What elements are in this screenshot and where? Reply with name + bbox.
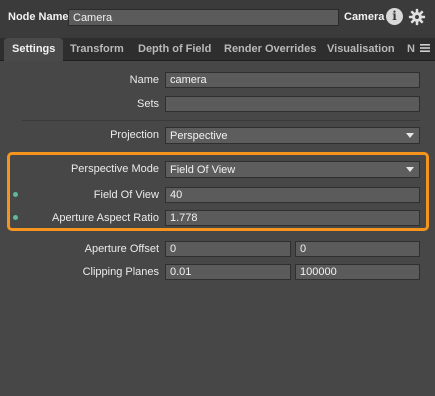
projection-label: Projection: [110, 129, 159, 141]
tab-depth-of-field[interactable]: Depth of Field: [138, 38, 211, 60]
section-divider: [22, 120, 420, 121]
name-input[interactable]: camera: [165, 72, 420, 88]
tab-overflow[interactable]: N: [407, 38, 415, 60]
tab-visualisation[interactable]: Visualisation: [327, 38, 395, 60]
node-name-label: Node Name: [8, 11, 69, 23]
tab-settings[interactable]: Settings: [4, 38, 64, 61]
aperture-offset-y-input[interactable]: 0: [295, 241, 420, 257]
chevron-down-icon: [406, 133, 414, 138]
menu-icon[interactable]: [420, 43, 430, 53]
name-label: Name: [129, 74, 159, 86]
perspective-mode-value: Field Of View: [170, 164, 236, 176]
info-icon[interactable]: i: [386, 8, 403, 25]
aperture-aspect-ratio-label: Aperture Aspect Ratio: [51, 212, 159, 224]
tab-bar: Settings Transform Depth of Field Render…: [0, 38, 435, 61]
node-header: Node Name Camera Camera i: [0, 0, 435, 36]
gear-icon[interactable]: [408, 8, 426, 26]
tab-render-overrides[interactable]: Render Overrides: [224, 38, 316, 60]
chevron-down-icon: [406, 167, 414, 172]
animatable-dot-icon: [13, 192, 18, 197]
projection-dropdown[interactable]: Perspective: [165, 127, 420, 144]
aperture-aspect-ratio-input[interactable]: 1.778: [165, 210, 420, 226]
aperture-offset-x-input[interactable]: 0: [165, 241, 291, 257]
field-of-view-label: Field Of View: [93, 189, 159, 201]
aperture-offset-label: Aperture Offset: [84, 243, 159, 255]
tab-transform[interactable]: Transform: [70, 38, 124, 60]
node-name-input[interactable]: Camera: [68, 9, 339, 26]
field-of-view-input[interactable]: 40: [165, 187, 420, 203]
clipping-planes-label: Clipping Planes: [82, 266, 159, 278]
clipping-far-input[interactable]: 100000: [295, 264, 420, 280]
node-type-label: Camera: [344, 11, 385, 23]
animatable-dot-icon: [13, 215, 18, 220]
projection-value: Perspective: [170, 130, 228, 142]
sets-input[interactable]: [165, 96, 420, 112]
clipping-near-input[interactable]: 0.01: [165, 264, 291, 280]
sets-label: Sets: [136, 98, 159, 110]
perspective-mode-dropdown[interactable]: Field Of View: [165, 161, 420, 178]
perspective-mode-label: Perspective Mode: [70, 163, 159, 175]
